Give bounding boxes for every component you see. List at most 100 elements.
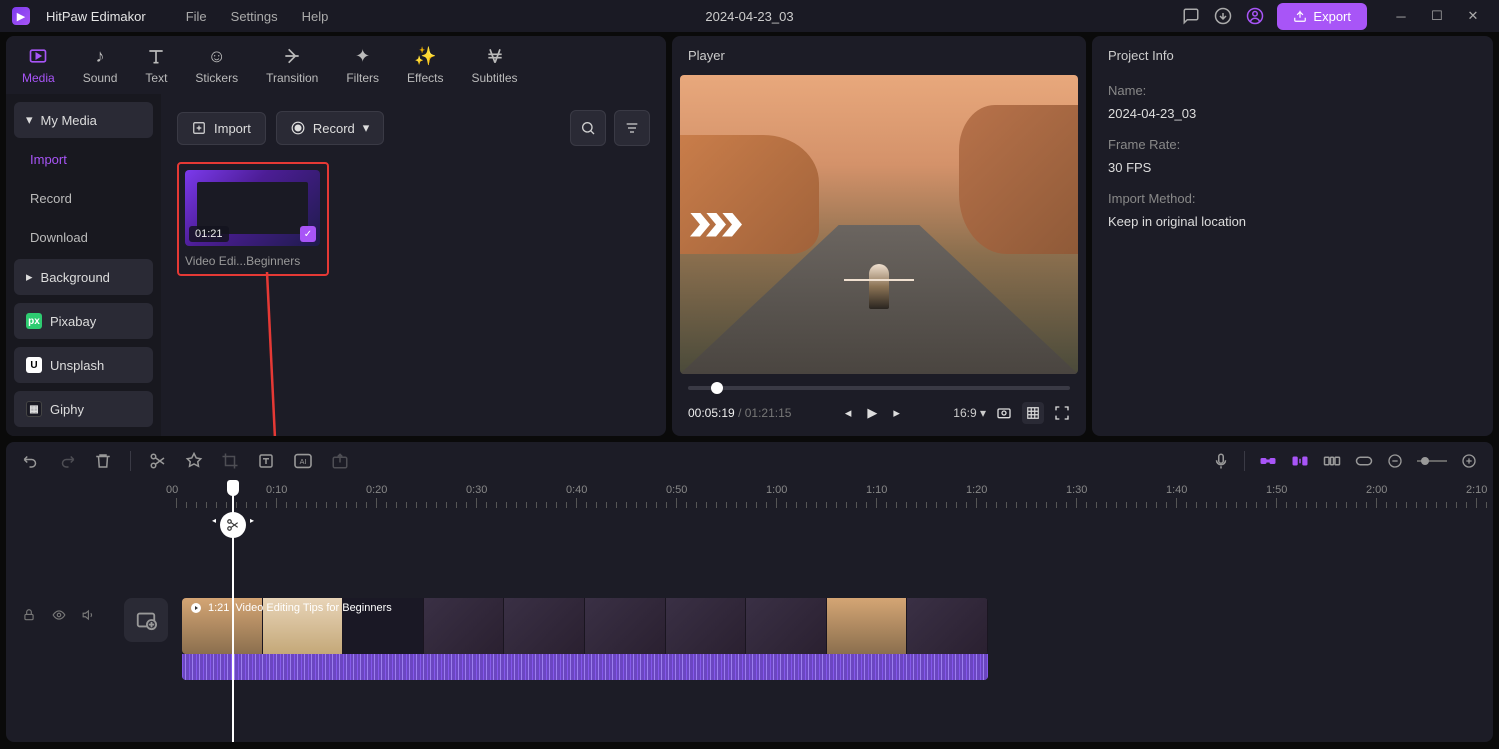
player-scrubber[interactable] — [688, 386, 1070, 390]
media-content: Import Record ▾ 01:21 ✓ Video Edi...Begi… — [161, 94, 666, 436]
tool-tabs: Media ♪Sound Text ☺Stickers Transition ✦… — [6, 36, 666, 94]
sidebar-my-media[interactable]: ▾ My Media — [14, 102, 153, 138]
ruler-label: 2:00 — [1366, 484, 1387, 496]
tab-media[interactable]: Media — [22, 45, 55, 85]
crop-button[interactable] — [221, 452, 239, 470]
tab-sound[interactable]: ♪Sound — [83, 45, 118, 85]
export-button[interactable]: Export — [1277, 3, 1367, 30]
track-view-button[interactable] — [1323, 454, 1341, 468]
tab-subtitles[interactable]: Subtitles — [471, 45, 517, 85]
sidebar-item-import[interactable]: Import — [14, 142, 153, 177]
download-icon[interactable] — [1213, 6, 1233, 26]
export-clip-button[interactable] — [331, 452, 349, 470]
titlebar: ▶ HitPaw Edimakor File Settings Help 202… — [0, 0, 1499, 32]
ai-button[interactable]: AI — [293, 453, 313, 469]
app-logo: ▶ — [12, 7, 30, 25]
next-frame-button[interactable]: ▸ — [893, 405, 900, 421]
marker-button[interactable] — [185, 452, 203, 470]
timeline[interactable]: 000:100:200:300:400:501:001:101:201:301:… — [6, 480, 1493, 742]
video-track-clip[interactable]: 1:21 Video Editing Tips for Beginners — [182, 598, 988, 654]
tab-effects[interactable]: ✨Effects — [407, 45, 443, 85]
sound-icon: ♪ — [89, 45, 111, 67]
menu-help[interactable]: Help — [302, 9, 329, 24]
prev-frame-button[interactable]: ◂ — [845, 405, 852, 421]
sort-button[interactable] — [614, 110, 650, 146]
filters-icon: ✦ — [352, 45, 374, 67]
scrub-handle[interactable] — [711, 382, 723, 394]
sidebar-unsplash[interactable]: UUnsplash — [14, 347, 153, 383]
ruler-label: 00 — [166, 484, 178, 496]
media-thumbnail[interactable]: 01:21 ✓ — [185, 170, 320, 246]
snap-button[interactable] — [1291, 454, 1309, 468]
menu-settings[interactable]: Settings — [231, 9, 278, 24]
tab-stickers[interactable]: ☺Stickers — [195, 45, 238, 85]
sidebar-item-download[interactable]: Download — [14, 220, 153, 255]
player-viewport[interactable] — [680, 75, 1078, 374]
clip-label: 1:21 Video Editing Tips for Beginners — [190, 602, 392, 614]
tab-transition[interactable]: Transition — [266, 45, 318, 85]
fullscreen-button[interactable] — [1054, 405, 1070, 421]
account-icon[interactable] — [1245, 6, 1265, 26]
text-tool-button[interactable] — [257, 452, 275, 470]
play-button[interactable]: ▶ — [867, 405, 877, 421]
playhead[interactable]: ◂▸ — [232, 480, 234, 742]
media-icon — [27, 45, 49, 67]
window-maximize[interactable]: ☐ — [1423, 2, 1451, 30]
zoom-slider[interactable] — [1417, 456, 1447, 466]
annotation-arrow — [259, 272, 299, 436]
zoom-out-button[interactable] — [1387, 453, 1403, 469]
track-visible-icon[interactable] — [52, 608, 66, 622]
redo-button[interactable] — [58, 452, 76, 470]
track-mute-icon[interactable] — [82, 608, 96, 622]
pixabay-icon: px — [26, 313, 42, 329]
ruler-label: 1:00 — [766, 484, 787, 496]
unsplash-icon: U — [26, 357, 42, 373]
grid-button[interactable] — [1022, 402, 1044, 424]
ruler-label: 0:50 — [666, 484, 687, 496]
record-button[interactable]: Record ▾ — [276, 111, 384, 145]
ruler-label: 0:10 — [266, 484, 287, 496]
sidebar-giphy[interactable]: ▦Giphy — [14, 391, 153, 427]
track-lock-icon[interactable] — [22, 608, 36, 622]
zoom-in-button[interactable] — [1461, 453, 1477, 469]
ruler-label: 2:10 — [1466, 484, 1487, 496]
add-track-button[interactable] — [124, 598, 168, 642]
sidebar-background[interactable]: ▸ Background — [14, 259, 153, 295]
project-info-title: Project Info — [1092, 36, 1493, 75]
snapshot-button[interactable] — [996, 405, 1012, 421]
document-title: 2024-04-23_03 — [705, 9, 793, 24]
import-button[interactable]: Import — [177, 112, 266, 145]
undo-button[interactable] — [22, 452, 40, 470]
project-import-method-value: Keep in original location — [1108, 214, 1477, 229]
tab-filters[interactable]: ✦Filters — [346, 45, 379, 85]
sidebar-pixabay[interactable]: pxPixabay — [14, 303, 153, 339]
sidebar-item-record[interactable]: Record — [14, 181, 153, 216]
tab-text[interactable]: Text — [145, 45, 167, 85]
search-button[interactable] — [570, 110, 606, 146]
menu-file[interactable]: File — [186, 9, 207, 24]
subtitles-icon — [484, 45, 506, 67]
thumb-check-icon: ✓ — [300, 226, 316, 242]
window-close[interactable]: ✕ — [1459, 2, 1487, 30]
track-controls — [22, 608, 96, 622]
delete-button[interactable] — [94, 452, 112, 470]
player-title: Player — [672, 36, 1086, 75]
menu-bar: File Settings Help — [186, 9, 329, 24]
project-info-panel: Project Info Name:2024-04-23_03 Frame Ra… — [1092, 36, 1493, 436]
audio-track[interactable] — [182, 654, 988, 680]
link-button[interactable] — [1259, 454, 1277, 468]
effects-icon: ✨ — [414, 45, 436, 67]
ruler-label: 0:30 — [466, 484, 487, 496]
fit-button[interactable] — [1355, 454, 1373, 468]
ruler-label: 0:40 — [566, 484, 587, 496]
aspect-ratio-select[interactable]: 16:9 ▾ — [953, 406, 986, 420]
project-framerate-label: Frame Rate: — [1108, 137, 1477, 152]
window-minimize[interactable]: ─ — [1387, 2, 1415, 30]
feedback-icon[interactable] — [1181, 6, 1201, 26]
media-sidebar: ▾ My Media Import Record Download ▸ Back… — [6, 94, 161, 436]
giphy-icon: ▦ — [26, 401, 42, 417]
project-framerate-value: 30 FPS — [1108, 160, 1477, 175]
player-panel: Player 00:05:19 / 01:21:15 ◂ ▶ ▸ 16:9 ▾ — [672, 36, 1086, 436]
split-button[interactable] — [149, 452, 167, 470]
voice-button[interactable] — [1212, 452, 1230, 470]
